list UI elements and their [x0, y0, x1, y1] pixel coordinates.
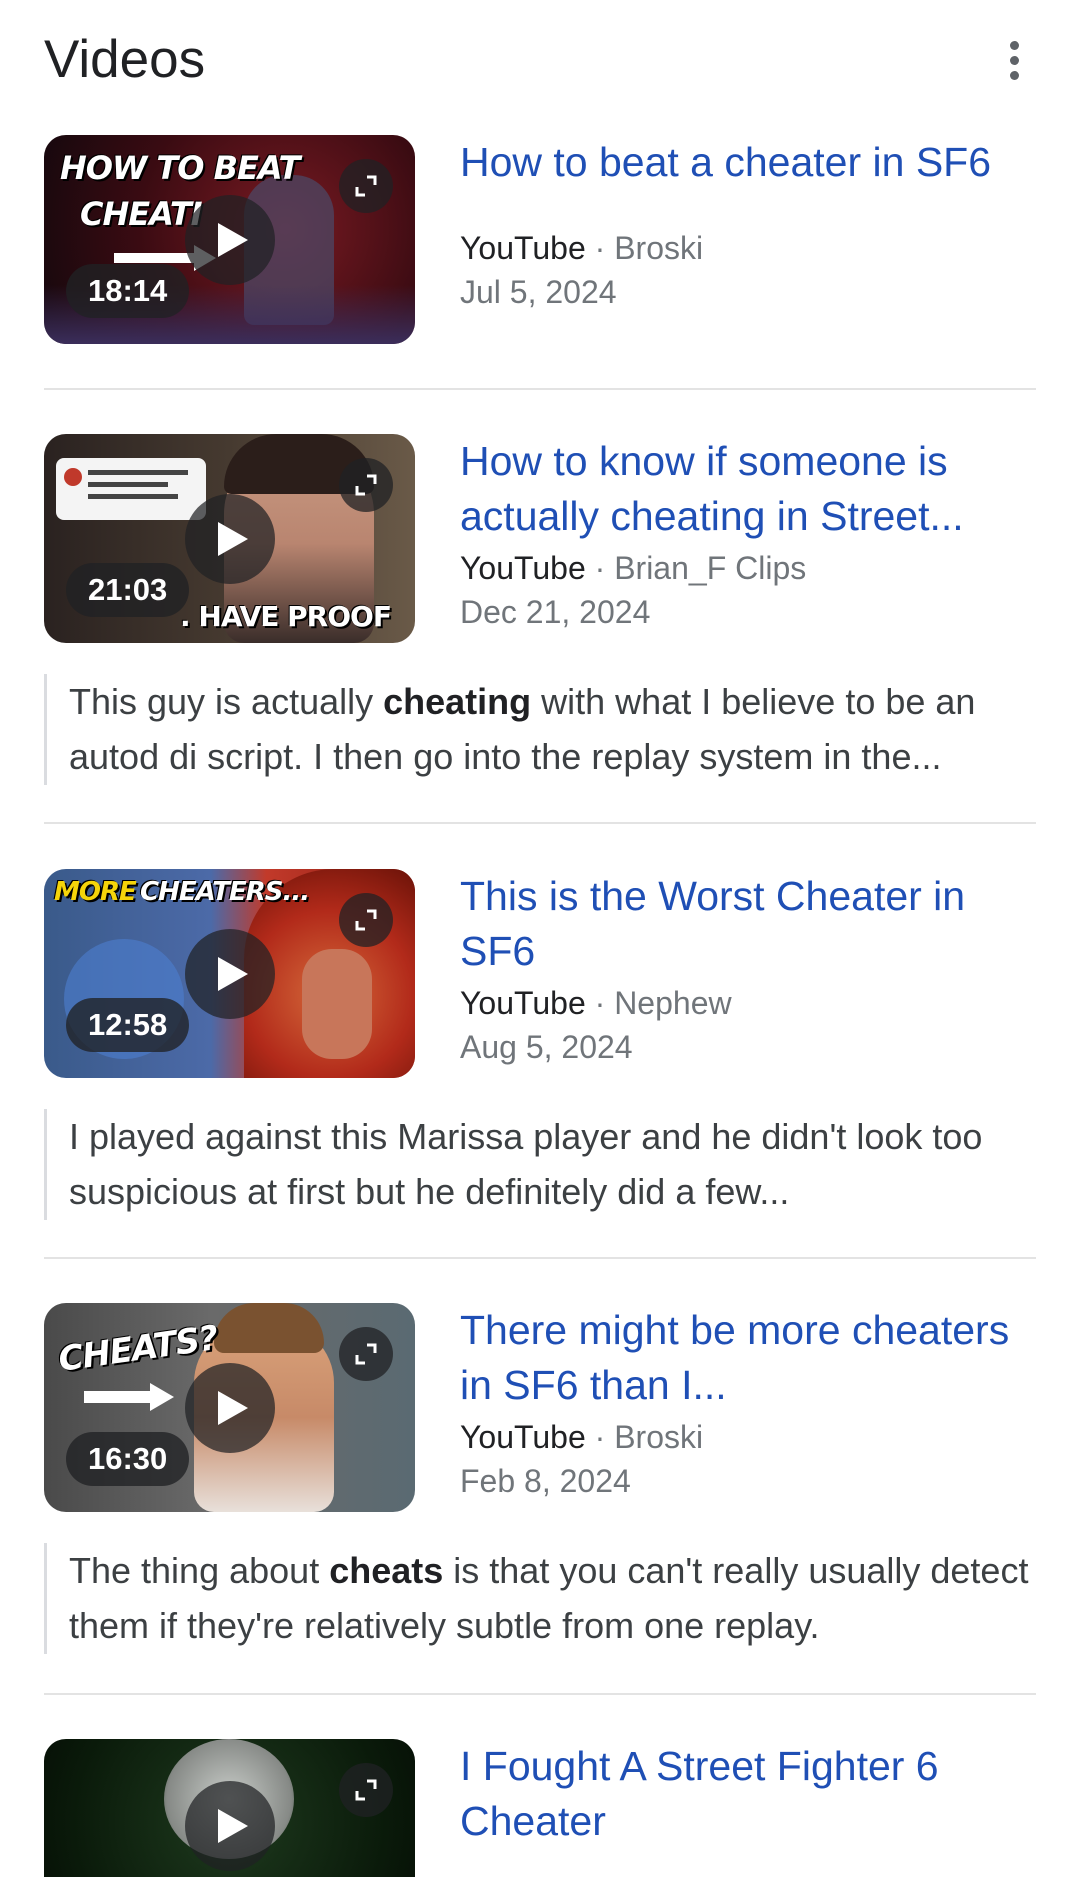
video-thumbnail[interactable]: CHEATS? 16:30 [44, 1303, 415, 1512]
play-icon[interactable] [185, 929, 275, 1019]
video-result[interactable]: CHEATS? 16:30 There might be more cheate… [44, 1303, 1036, 1654]
videos-header: Videos [44, 28, 1036, 92]
play-icon[interactable] [185, 494, 275, 584]
divider [44, 1257, 1036, 1259]
thumbnail-caption: CHEATERS... [140, 877, 310, 907]
expand-icon[interactable] [339, 893, 393, 947]
video-date: Dec 21, 2024 [460, 594, 651, 630]
video-result[interactable]: I Fought A Street Fighter 6 Cheater [44, 1739, 1036, 1877]
video-thumbnail[interactable]: HOW TO BEAT CHEATI 18:14 [44, 135, 415, 344]
video-source: YouTube · Brian_F Clips [460, 546, 1036, 590]
video-source: YouTube · Broski [460, 1415, 1036, 1459]
channel-name: Broski [614, 230, 704, 266]
video-result[interactable]: HOW TO BEAT CHEATI 18:14 How to beat a c… [44, 135, 1036, 345]
channel-name: Brian_F Clips [614, 550, 807, 586]
expand-icon[interactable] [339, 458, 393, 512]
thumbnail-caption: HOW TO BEAT [60, 149, 300, 187]
thumbnail-caption: MORE [54, 877, 137, 907]
separator-dot: · [585, 230, 615, 266]
video-source: YouTube · Broski [460, 226, 1036, 270]
duration-badge: 12:58 [66, 998, 190, 1052]
duration-badge: 16:30 [66, 1432, 190, 1486]
video-title[interactable]: I Fought A Street Fighter 6 Cheater [460, 1739, 1036, 1849]
video-source: YouTube · Nephew [460, 981, 1036, 1025]
divider [44, 1693, 1036, 1695]
duration-badge: 18:14 [66, 264, 190, 318]
video-thumbnail[interactable] [44, 1739, 415, 1877]
divider [44, 822, 1036, 824]
snippet-highlight: cheating [383, 681, 532, 722]
play-icon[interactable] [185, 195, 275, 285]
snippet-text: This guy is actually [69, 681, 384, 722]
video-date: Aug 5, 2024 [460, 1029, 633, 1065]
video-title[interactable]: This is the Worst Cheater in SF6 [460, 869, 1036, 979]
video-snippet: I played against this Marissa player and… [44, 1109, 1036, 1220]
channel-name: Broski [614, 1419, 704, 1455]
video-title[interactable]: How to beat a cheater in SF6 [460, 135, 1036, 190]
source-name: YouTube [460, 230, 586, 266]
expand-icon[interactable] [339, 1327, 393, 1381]
video-thumbnail[interactable]: . HAVE PROOF 21:03 [44, 434, 415, 643]
separator-dot: · [585, 985, 615, 1021]
play-icon[interactable] [185, 1363, 275, 1453]
expand-icon[interactable] [339, 159, 393, 213]
duration-badge: 21:03 [66, 563, 190, 617]
separator-dot: · [585, 550, 615, 586]
video-snippet: The thing about cheats is that you can't… [44, 1543, 1036, 1654]
more-vert-icon[interactable] [992, 38, 1036, 82]
video-title[interactable]: There might be more cheaters in SF6 than… [460, 1303, 1036, 1413]
snippet-highlight: cheats [329, 1550, 444, 1591]
video-result[interactable]: MORE CHEATERS... 12:58 This is the Worst… [44, 869, 1036, 1220]
thumbnail-caption: CHEATI [80, 195, 203, 233]
snippet-text: The thing about [69, 1550, 330, 1591]
source-name: YouTube [460, 985, 586, 1021]
video-title[interactable]: How to know if someone is actually cheat… [460, 434, 1036, 544]
thumbnail-caption: . HAVE PROOF [180, 600, 392, 633]
source-name: YouTube [460, 550, 586, 586]
video-thumbnail[interactable]: MORE CHEATERS... 12:58 [44, 869, 415, 1078]
video-result[interactable]: . HAVE PROOF 21:03 How to know if someon… [44, 434, 1036, 785]
snippet-text: I played against this Marissa player and… [69, 1116, 983, 1212]
section-title: Videos [44, 30, 206, 89]
play-icon[interactable] [185, 1781, 275, 1871]
video-snippet: This guy is actually cheating with what … [44, 674, 1036, 785]
video-date: Jul 5, 2024 [460, 274, 617, 310]
video-date: Feb 8, 2024 [460, 1463, 631, 1499]
source-name: YouTube [460, 1419, 586, 1455]
separator-dot: · [585, 1419, 615, 1455]
divider [44, 388, 1036, 390]
expand-icon[interactable] [339, 1763, 393, 1817]
channel-name: Nephew [614, 985, 732, 1021]
